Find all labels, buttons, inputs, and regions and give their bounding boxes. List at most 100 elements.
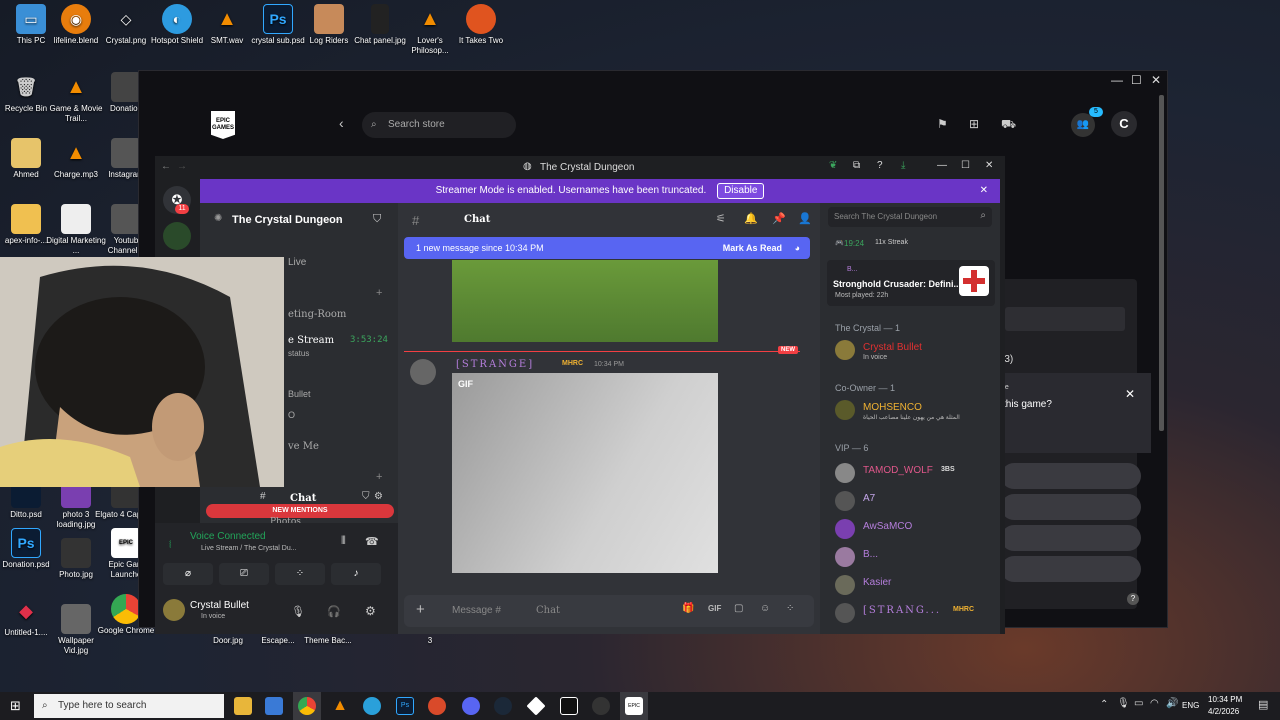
cart-icon[interactable]: ⛟ <box>1001 117 1016 133</box>
avatar[interactable]: C <box>1111 111 1137 137</box>
epic-games-icon[interactable]: EPIC <box>625 697 643 715</box>
download-icon[interactable]: ⤓ <box>901 160 905 171</box>
chevron-down-icon[interactable]: ⌄ <box>334 213 342 224</box>
search-input[interactable]: Search The Crystal Dungeon ⌕ <box>828 207 992 227</box>
disable-button[interactable]: Disable <box>717 183 765 199</box>
add-member-icon[interactable]: ⛉ <box>373 213 381 226</box>
microphone-icon[interactable]: 🎙 <box>1117 698 1130 709</box>
bookmark-icon[interactable]: ⚑ <box>937 117 948 131</box>
gif-icon[interactable]: GIF <box>708 604 721 613</box>
channel-item[interactable]: Live <box>288 257 306 268</box>
pin-icon[interactable]: 📌 <box>772 212 786 225</box>
disconnect-icon[interactable]: ☎ <box>365 535 379 548</box>
taskbar-search-input[interactable]: ⌕ Type here to search <box>34 694 224 718</box>
voice-status[interactable]: Voice Connected <box>190 531 266 542</box>
headphones-icon[interactable]: 🎧 <box>327 605 341 618</box>
server-avatar[interactable] <box>163 222 191 250</box>
microphone-icon[interactable]: 🎙 <box>291 605 305 618</box>
screen-icon[interactable]: ▭ <box>1134 698 1143 709</box>
gif-image[interactable] <box>452 260 718 342</box>
avatar[interactable] <box>163 599 185 621</box>
add-attachment-icon[interactable]: + <box>416 601 425 618</box>
voice-channel[interactable]: Live Stream / The Crystal Du... <box>201 545 297 552</box>
chrome-icon[interactable] <box>298 697 316 715</box>
panel-option[interactable] <box>1001 463 1141 489</box>
brave-icon[interactable] <box>428 697 446 715</box>
activities-button[interactable]: ⁘ <box>275 563 325 585</box>
back-arrow-icon[interactable]: ← <box>161 161 171 172</box>
server-name[interactable]: The Crystal Dungeon <box>232 214 343 226</box>
windows-start-icon[interactable]: ⊞ <box>10 698 21 714</box>
desktop-icon-theme[interactable]: Theme Bac... <box>297 636 359 646</box>
wifi-icon[interactable]: ◠ <box>1150 698 1159 709</box>
capcut-icon[interactable] <box>560 697 578 715</box>
gif-image[interactable] <box>452 373 718 573</box>
obs-icon[interactable] <box>592 697 610 715</box>
message-composer[interactable]: + Message # Chat 🎁 GIF ▢ ☺ ⁘ <box>404 595 814 627</box>
add-channel-icon[interactable]: + <box>376 287 382 299</box>
vlc-icon[interactable]: ▲ <box>331 697 349 715</box>
gift-icon[interactable]: 🎁 <box>682 603 694 614</box>
app-icon[interactable] <box>526 696 546 716</box>
close-icon[interactable]: ✕ <box>1125 387 1135 401</box>
noise-suppression-icon[interactable]: ⦀ <box>341 535 346 548</box>
gear-icon[interactable]: ⚙ <box>365 604 376 618</box>
desktop-icon-it-takes-two[interactable]: It Takes Two <box>450 4 512 46</box>
language-indicator[interactable]: ENG <box>1182 701 1199 710</box>
camera-off-button[interactable]: ⌀ <box>163 563 213 585</box>
channel-item[interactable]: e Stream <box>288 335 334 346</box>
chevron-up-icon[interactable]: ⌃ <box>1100 699 1108 710</box>
soundboard-button[interactable]: ♪ <box>331 563 381 585</box>
user-name[interactable]: Crystal Bullet <box>190 600 249 611</box>
apps-icon[interactable]: ⁘ <box>786 603 794 614</box>
current-channel[interactable]: Chat <box>290 493 316 504</box>
maximize-icon[interactable]: ☐ <box>961 160 970 171</box>
maximize-icon[interactable]: ☐ <box>1131 73 1142 87</box>
back-icon[interactable]: ‹ <box>339 115 344 131</box>
notification-icon[interactable]: ▤ <box>1258 698 1268 711</box>
message-author[interactable]: [STRANGE] <box>456 359 534 370</box>
discord-icon[interactable] <box>462 697 480 715</box>
avatar[interactable] <box>410 359 436 385</box>
screen-icon[interactable]: ⧉ <box>853 160 860 171</box>
threads-icon[interactable]: ⚟ <box>716 212 726 225</box>
mark-as-read-button[interactable]: Mark As Read <box>723 237 782 259</box>
minimize-icon[interactable]: — <box>1111 73 1123 87</box>
add-channel-icon[interactable]: + <box>376 471 382 483</box>
file-explorer-icon[interactable] <box>234 697 252 715</box>
clock-date[interactable]: 4/2/2026 <box>1208 707 1239 716</box>
screen-share-button[interactable]: ⎚ <box>219 563 269 585</box>
close-icon[interactable]: ✕ <box>985 160 993 171</box>
epic-logo[interactable]: EPIC GAMES <box>211 111 235 139</box>
voice-user[interactable]: O <box>288 410 295 420</box>
member-list-icon[interactable]: 👤 <box>798 212 812 225</box>
invite-icon[interactable]: ⛉ <box>362 491 370 502</box>
volume-icon[interactable]: 🔊 <box>1166 698 1178 709</box>
steam-icon[interactable] <box>494 697 512 715</box>
minimize-icon[interactable]: — <box>937 160 947 171</box>
voice-user[interactable]: Bullet <box>288 389 311 399</box>
sticker-icon[interactable]: ▢ <box>734 603 743 614</box>
close-icon[interactable]: ✕ <box>980 179 988 203</box>
emoji-icon[interactable]: ☺ <box>760 603 770 614</box>
clock-time[interactable]: 10:34 PM <box>1208 695 1242 704</box>
panel-input[interactable] <box>1005 307 1125 331</box>
panel-option[interactable] <box>1001 525 1141 551</box>
app-icon[interactable] <box>265 697 283 715</box>
bell-icon[interactable]: 🔔 <box>744 212 758 225</box>
gear-icon[interactable]: ⚙ <box>374 491 383 502</box>
leaf-icon[interactable]: ❦ <box>829 160 837 171</box>
new-messages-bar[interactable]: 1 new message since 10:34 PM Mark As Rea… <box>404 237 810 259</box>
panel-option[interactable] <box>1001 494 1141 520</box>
channel-item[interactable]: ve Me <box>288 441 319 452</box>
panel-option[interactable] <box>1001 556 1141 582</box>
new-mentions-pill[interactable]: NEW MENTIONS <box>206 504 394 518</box>
channel-item[interactable]: eting-Room <box>288 309 346 320</box>
help-icon[interactable]: ? <box>1127 593 1139 605</box>
epic-search-input[interactable]: ⌕ Search store <box>362 112 516 138</box>
telegram-icon[interactable] <box>363 697 381 715</box>
desktop-icon-3[interactable]: 3 <box>399 636 461 646</box>
help-icon[interactable]: ? <box>877 160 883 171</box>
scrollbar[interactable] <box>1159 95 1164 431</box>
photoshop-icon[interactable]: Ps <box>396 697 414 715</box>
